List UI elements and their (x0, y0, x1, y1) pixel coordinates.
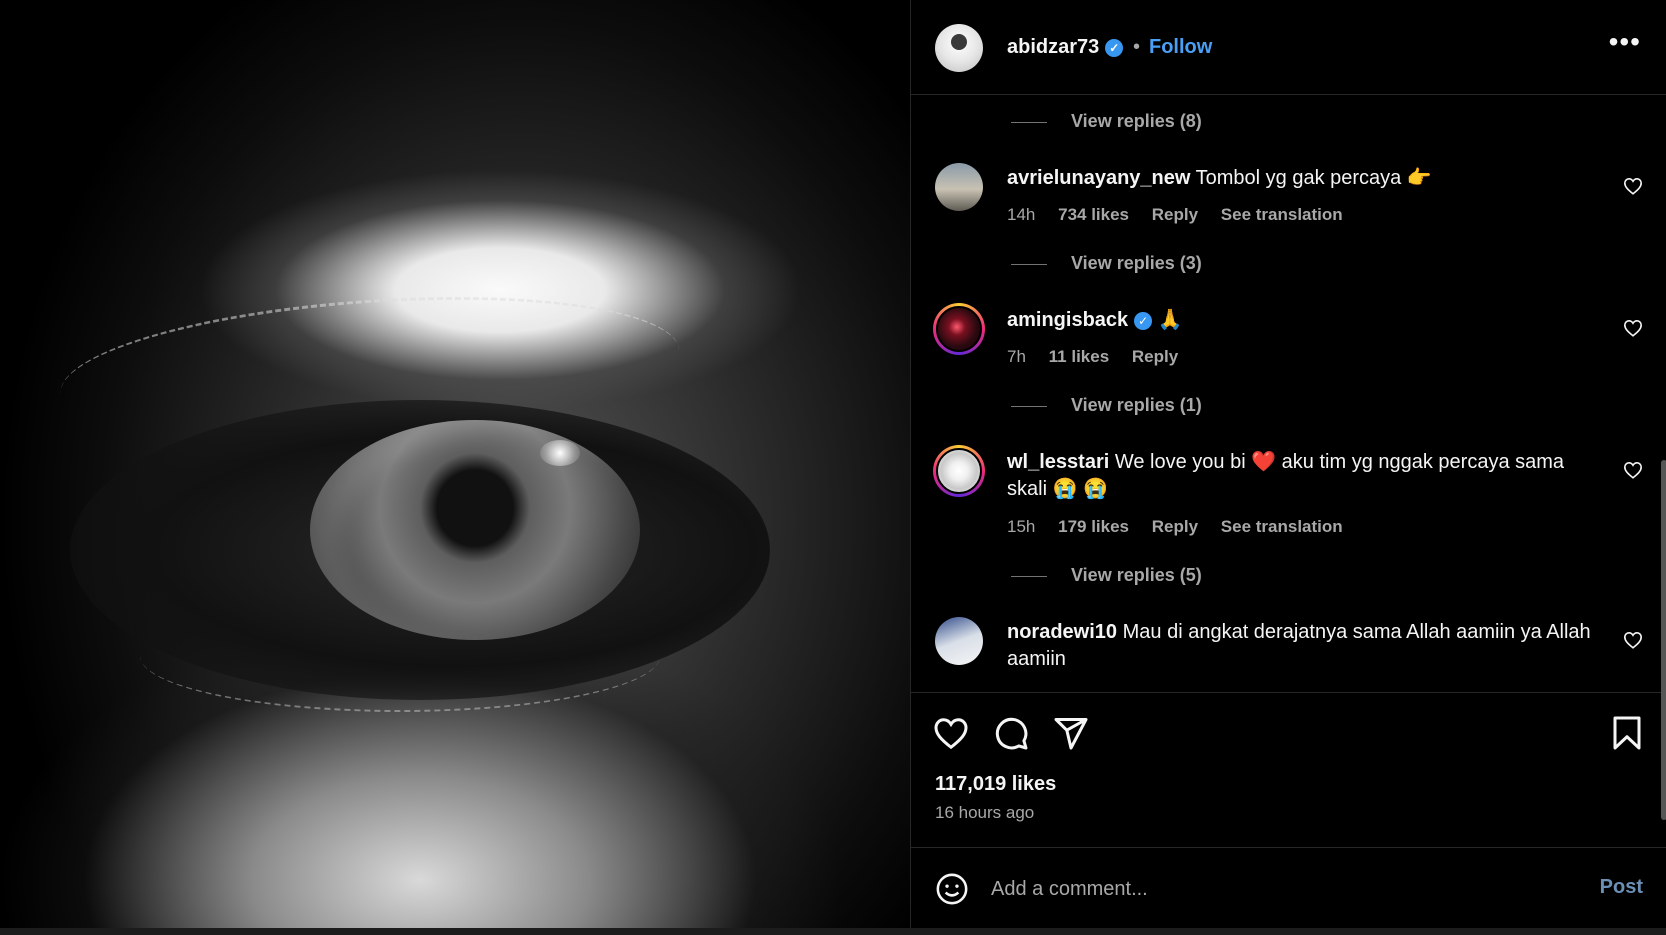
comment-likes[interactable]: 734 likes (1058, 205, 1129, 224)
comment-time: 7h (1007, 347, 1026, 366)
share-icon[interactable] (1053, 715, 1089, 751)
commenter-avatar[interactable] (933, 303, 985, 355)
heart-icon[interactable] (1623, 319, 1643, 337)
comment-text: amingisback ✓ 🙏 (1007, 307, 1597, 334)
heart-icon[interactable] (1623, 461, 1643, 479)
lower-lashes (140, 600, 660, 712)
see-translation-button[interactable]: See translation (1221, 205, 1343, 224)
heart-icon[interactable] (1623, 177, 1643, 195)
like-icon[interactable] (933, 715, 969, 751)
comment-text: wl_lesstari We love you bi ❤️ aku tim yg… (1007, 449, 1597, 503)
replies-line (1011, 121, 1047, 123)
commenter-username[interactable]: avrielunayany_new (1007, 167, 1190, 189)
verified-icon: ✓ (1105, 38, 1124, 57)
comment-meta: 7h 11 likes Reply (1007, 347, 1196, 367)
post-image (0, 0, 910, 928)
add-comment-bar: Post (911, 847, 1666, 929)
separator-dot: • (1133, 36, 1141, 58)
commenter-username[interactable]: wl_lesstari (1007, 451, 1109, 473)
verified-icon: ✓ (1134, 311, 1153, 330)
view-replies-button[interactable]: View replies (8) (1011, 111, 1202, 132)
comment-text: noradewi10 Mau di angkat derajatnya sama… (1007, 619, 1597, 673)
comment-likes[interactable]: 179 likes (1058, 517, 1129, 536)
view-replies-button[interactable]: View replies (3) (1011, 253, 1202, 274)
commenter-username[interactable]: amingisback (1007, 309, 1128, 331)
heart-icon[interactable] (1623, 631, 1643, 649)
see-translation-button[interactable]: See translation (1221, 517, 1343, 536)
replies-line (1011, 263, 1047, 265)
scrollbar[interactable] (1661, 460, 1666, 820)
post-actions: 117,019 likes 16 hours ago (911, 692, 1666, 847)
replies-line (1011, 575, 1047, 577)
view-replies-button[interactable]: View replies (1) (1011, 395, 1202, 416)
author-avatar[interactable] (935, 24, 983, 72)
view-replies-button[interactable]: View replies (5) (1011, 565, 1202, 586)
author-username[interactable]: abidzar73 ✓ (1007, 36, 1124, 59)
comment-meta: 15h 179 likes Reply See translation (1007, 517, 1361, 537)
replies-line (1011, 405, 1047, 407)
post-time: 16 hours ago (935, 803, 1035, 822)
like-count[interactable]: 117,019 likes (935, 773, 1056, 796)
comment-icon[interactable] (993, 715, 1029, 751)
bottom-strip (0, 928, 1666, 935)
comments-list: View replies (8) avrielunayany_new Tombo… (911, 95, 1666, 692)
comment-likes[interactable]: 11 likes (1049, 347, 1110, 366)
more-options-icon[interactable]: ••• (1609, 26, 1641, 58)
post-button[interactable]: Post (1600, 876, 1643, 899)
post-header: abidzar73 ✓ • Follow ••• (911, 0, 1666, 95)
save-icon[interactable] (1609, 715, 1645, 751)
reply-button[interactable]: Reply (1152, 205, 1198, 224)
reply-button[interactable]: Reply (1132, 347, 1178, 366)
commenter-avatar[interactable] (935, 617, 983, 665)
post-side-panel: abidzar73 ✓ • Follow ••• View replies (8)… (910, 0, 1666, 928)
reply-button[interactable]: Reply (1152, 517, 1198, 536)
emoji-icon[interactable] (935, 872, 969, 906)
comment-time: 15h (1007, 517, 1036, 536)
eye-glint (540, 440, 580, 466)
commenter-username[interactable]: noradewi10 (1007, 621, 1117, 643)
follow-button[interactable]: Follow (1149, 36, 1212, 59)
comment-input[interactable] (989, 870, 1533, 908)
commenter-avatar[interactable] (933, 445, 985, 497)
comment-body: Tombol yg gak percaya 👉 (1195, 167, 1432, 189)
comment-time: 14h (1007, 205, 1036, 224)
comment-text: avrielunayany_new Tombol yg gak percaya … (1007, 165, 1597, 192)
comment-body: 🙏 (1157, 309, 1183, 331)
commenter-avatar[interactable] (935, 163, 983, 211)
comment-meta: 14h 734 likes Reply See translation (1007, 205, 1361, 225)
